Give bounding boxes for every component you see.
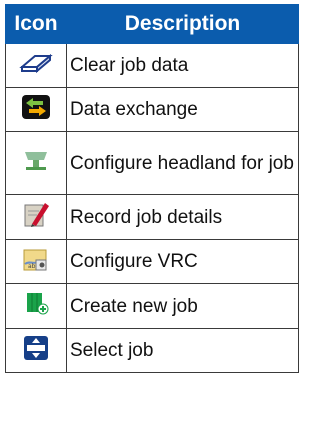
header-icon: Icon bbox=[5, 4, 67, 44]
icon-cell: ab bbox=[5, 239, 67, 284]
icon-description-table: Icon Description Clear job data Data exc… bbox=[5, 4, 299, 373]
row-description: Create new job bbox=[66, 283, 299, 329]
headland-icon bbox=[22, 148, 50, 178]
icon-cell bbox=[5, 328, 67, 373]
icon-cell bbox=[5, 43, 67, 88]
icon-cell bbox=[5, 131, 67, 195]
icon-cell bbox=[5, 194, 67, 240]
table-row: Select job bbox=[5, 328, 299, 373]
row-description: Configure VRC bbox=[66, 239, 299, 284]
row-description: Select job bbox=[66, 328, 299, 373]
icon-cell bbox=[5, 283, 67, 329]
row-description: Data exchange bbox=[66, 87, 299, 132]
row-description: Configure headland for job bbox=[66, 131, 299, 195]
table-header-row: Icon Description bbox=[5, 4, 299, 44]
eraser-icon bbox=[19, 52, 53, 80]
header-description: Description bbox=[66, 4, 299, 44]
row-description: Record job details bbox=[66, 194, 299, 240]
table-row: Clear job data bbox=[5, 43, 299, 88]
select-job-icon bbox=[23, 335, 49, 367]
table-row: ab Configure VRC bbox=[5, 239, 299, 284]
icon-cell bbox=[5, 87, 67, 132]
table-row: Configure headland for job bbox=[5, 131, 299, 195]
row-description: Clear job data bbox=[66, 43, 299, 88]
data-exchange-icon bbox=[21, 94, 51, 126]
new-job-icon bbox=[22, 290, 50, 322]
table-row: Data exchange bbox=[5, 87, 299, 132]
vrc-map-icon: ab bbox=[22, 246, 50, 278]
job-details-icon bbox=[22, 200, 50, 234]
table-row: Record job details bbox=[5, 194, 299, 240]
table-row: Create new job bbox=[5, 283, 299, 329]
svg-text:ab: ab bbox=[28, 263, 36, 270]
